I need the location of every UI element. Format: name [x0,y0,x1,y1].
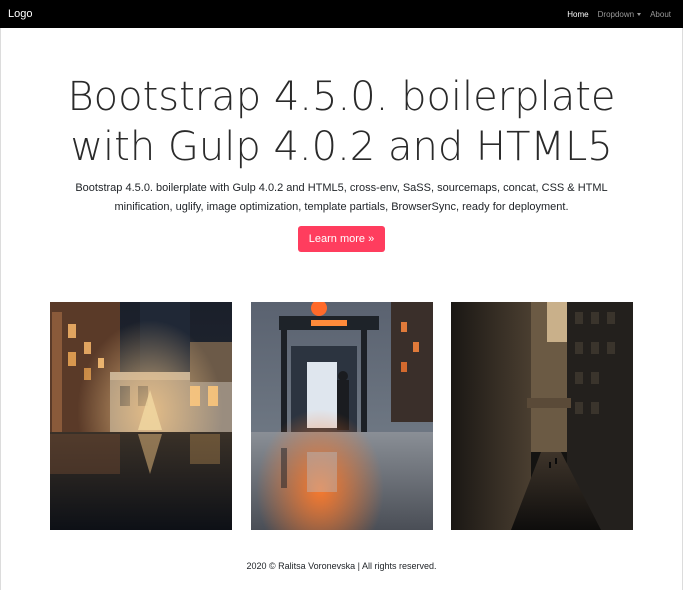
nav-link-about-label: About [650,9,671,19]
nav-link-dropdown-label: Dropdown [597,9,635,19]
brand-logo-link[interactable]: Logo [8,8,32,20]
city-night-christmas-tree-photo[interactable] [50,302,232,530]
nav-link-about[interactable]: About [650,10,671,19]
nav-link-home[interactable]: Home [567,10,588,19]
learn-more-button[interactable]: Learn more » [297,226,386,252]
photo-2-image [251,302,433,530]
hero-section: Bootstrap 4.5.0. boilerplate with Gulp 4… [0,72,683,252]
photo-1-image [50,302,232,530]
footer: 2020 © Ralitsa Voronevska | All rights r… [0,561,683,571]
footer-copyright-text: 2020 © Ralitsa Voronevska | All rights r… [246,561,437,571]
navbar: Logo Home Dropdown About [0,0,683,28]
nav-link-dropdown[interactable]: Dropdown [597,9,642,19]
city-street-buildings-photo[interactable] [451,302,633,530]
nav-link-home-label: Home [567,9,589,19]
hero-title: Bootstrap 4.5.0. boilerplate with Gulp 4… [67,74,616,170]
hero-lead-text: Bootstrap 4.5.0. boilerplate with Gulp 4… [75,182,608,213]
bus-stop-rain-night-photo[interactable] [251,302,433,530]
caret-down-icon [637,13,642,16]
nav-links: Home Dropdown About [567,10,675,19]
photo-3-image [451,302,633,530]
photo-gallery [50,302,633,530]
